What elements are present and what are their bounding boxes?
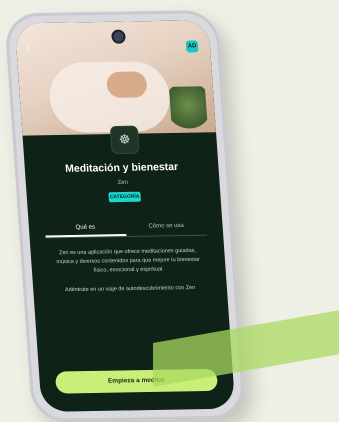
app-title: Meditación y bienestar [64,160,179,175]
app-description: Zen es una aplicación que ofrece meditac… [52,247,206,306]
front-camera [111,29,126,44]
mockup-stage: ‹ AD ☸ Meditación y bienestar Zen CATEGO… [0,0,339,422]
tab-bar: Qué es Cómo se usa [44,216,208,239]
ad-badge: AD [185,40,199,53]
hero-figure [47,60,173,134]
back-arrow-icon[interactable]: ‹ [26,42,37,53]
app-developer: Zen [117,179,129,187]
description-paragraph-1: Zen es una aplicación que ofrece meditac… [56,247,201,274]
meditation-icon: ☸ [109,125,140,155]
hero-hand [105,71,148,99]
description-paragraph-2: Adéntrate en un viaje de autodescubrimie… [64,284,196,294]
category-badge[interactable]: CATEGORÍA [108,191,141,203]
tab-como-se-usa[interactable]: Cómo se usa [125,217,207,236]
tab-que-es[interactable]: Qué es [44,218,127,238]
hero-plant [168,86,209,133]
